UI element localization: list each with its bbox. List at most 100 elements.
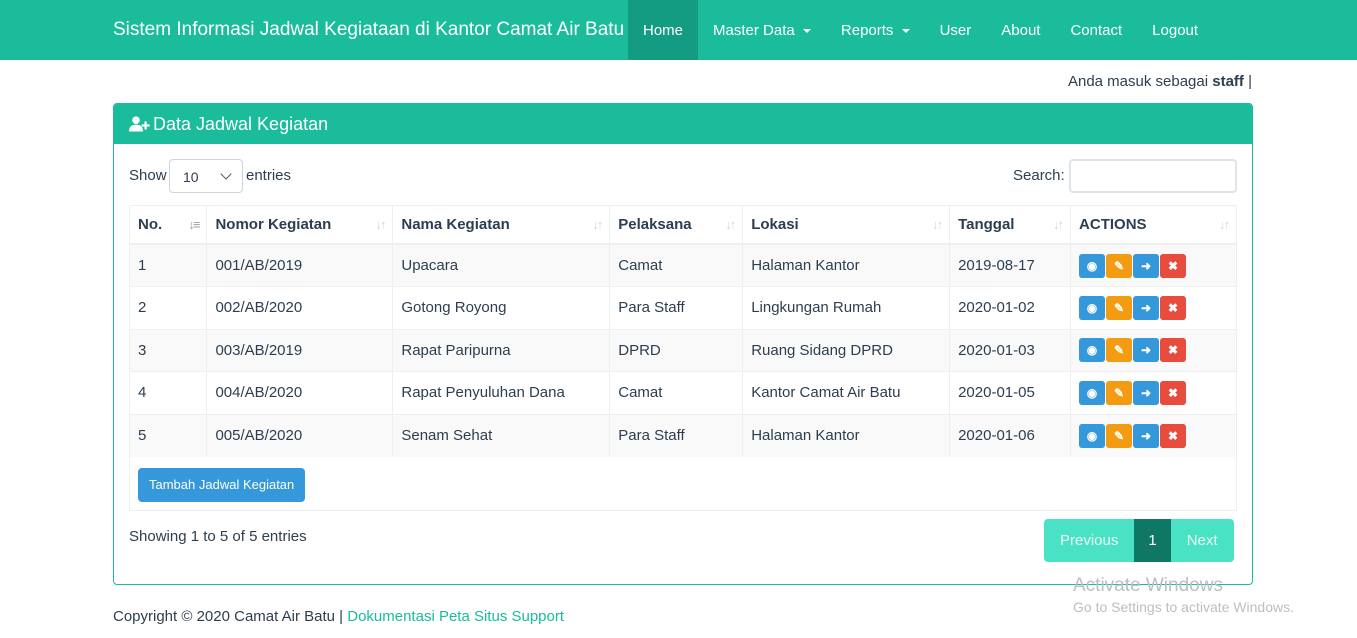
delete-button[interactable]: ✖ (1160, 380, 1187, 405)
footer-links[interactable]: Dokumentasi Peta Situs Support (347, 608, 564, 625)
length-label: Show (129, 167, 167, 184)
sort-icon: ↓↑ (592, 217, 603, 232)
nav-contact[interactable]: Contact (1055, 0, 1137, 60)
windows-activation-watermark: Activate Windows Go to Settings to activ… (1073, 575, 1294, 615)
cell-nomor: 001/AB/2019 (206, 243, 394, 287)
cell-actions: ◉ ✎ ➜ ✖ (1070, 371, 1237, 414)
view-button[interactable]: ◉ (1079, 295, 1106, 320)
pagination-next[interactable]: Next (1170, 519, 1234, 562)
panel-title: Data Jadwal Kegiatan (153, 113, 329, 134)
cell-no: 4 (130, 371, 208, 414)
close-icon: ✖ (1168, 300, 1179, 315)
column-header-label: ACTIONS (1079, 216, 1147, 233)
search-input[interactable] (1069, 159, 1237, 193)
cell-nama: Gotong Royong (392, 286, 611, 329)
edit-button[interactable]: ✎ (1106, 423, 1133, 448)
nav-home[interactable]: Home (628, 0, 699, 60)
watermark-subtitle: Go to Settings to activate Windows. (1073, 599, 1294, 615)
eye-icon: ◉ (1086, 428, 1098, 443)
view-button[interactable]: ◉ (1079, 380, 1106, 405)
pagination-page-1[interactable]: 1 (1134, 519, 1171, 562)
column-header-actions[interactable]: ACTIONS ↓↑ (1070, 206, 1237, 245)
nav-user-label: User (939, 22, 972, 39)
table-row: 4 004/AB/2020 Rapat Penyuluhan Dana Cama… (130, 371, 1237, 414)
login-username: staff (1212, 73, 1244, 90)
table-row: 5 005/AB/2020 Senam Sehat Para Staff Hal… (130, 413, 1237, 457)
login-info: Anda masuk sebagai staff | (1068, 73, 1252, 90)
view-button[interactable]: ◉ (1079, 423, 1106, 448)
arrow-right-icon: ➜ (1141, 258, 1152, 273)
footer: Copyright © 2020 Camat Air Batu | Dokume… (113, 608, 564, 625)
column-header-pelaksana[interactable]: Pelaksana ↓↑ (609, 206, 744, 245)
table-row: 3 003/AB/2019 Rapat Paripurna DPRD Ruang… (130, 328, 1237, 372)
column-header-nama[interactable]: Nama Kegiatan ↓↑ (392, 206, 611, 245)
delete-button[interactable]: ✖ (1160, 253, 1187, 278)
nav-about[interactable]: About (986, 0, 1055, 60)
eye-icon: ◉ (1086, 343, 1098, 358)
add-schedule-button[interactable]: Tambah Jadwal Kegiatan (138, 468, 306, 502)
sort-icon: ↓↑ (1053, 217, 1064, 232)
edit-icon: ✎ (1114, 300, 1125, 315)
edit-button[interactable]: ✎ (1106, 338, 1133, 363)
pagination-previous[interactable]: Previous (1044, 519, 1135, 562)
navbar: Sistem Informasi Jadwal Kegiataan di Kan… (0, 0, 1357, 60)
column-header-nomor[interactable]: Nomor Kegiatan ↓↑ (206, 206, 394, 245)
search-label: Search: (1013, 167, 1065, 184)
arrow-right-icon: ➜ (1141, 343, 1152, 358)
column-header-lokasi[interactable]: Lokasi ↓↑ (742, 206, 951, 245)
eye-icon: ◉ (1086, 385, 1098, 400)
edit-button[interactable]: ✎ (1106, 380, 1133, 405)
add-row: Tambah Jadwal Kegiatan (130, 462, 1237, 512)
eye-icon: ◉ (1086, 300, 1098, 315)
column-header-label: No. (138, 216, 163, 233)
edit-icon: ✎ (1114, 385, 1125, 400)
nav-contact-label: Contact (1070, 22, 1123, 39)
cell-lokasi: Halaman Kantor (742, 243, 951, 287)
schedule-table-wrapper: No. ↓≡ Nomor Kegiatan ↓↑ Nama Kegiatan ↓↑ P… (129, 205, 1237, 511)
sort-icon: ↓↑ (1219, 217, 1230, 232)
sort-icon: ↓↑ (725, 217, 736, 232)
cell-lokasi: Halaman Kantor (742, 413, 951, 457)
arrow-right-icon: ➜ (1141, 385, 1152, 400)
edit-icon: ✎ (1114, 258, 1125, 273)
nav-master-data-label: Master Data (713, 22, 795, 39)
detail-button[interactable]: ➜ (1133, 253, 1160, 278)
delete-button[interactable]: ✖ (1160, 338, 1187, 363)
nav-master-data[interactable]: Master Data (698, 0, 826, 60)
view-button[interactable]: ◉ (1079, 253, 1106, 278)
cell-pelaksana: DPRD (609, 328, 744, 372)
cell-tanggal: 2019-08-17 (949, 243, 1072, 287)
cell-no: 5 (130, 413, 208, 457)
cell-nama: Upacara (392, 243, 611, 287)
detail-button[interactable]: ➜ (1133, 295, 1160, 320)
footer-copyright: Copyright © 2020 Camat Air Batu | (113, 608, 344, 625)
entries-select[interactable]: 10 (169, 159, 243, 193)
column-header-tanggal[interactable]: Tanggal ↓↑ (949, 206, 1072, 245)
entries-select-value: 10 (183, 169, 199, 185)
edit-button[interactable]: ✎ (1106, 295, 1133, 320)
nav-reports[interactable]: Reports (826, 0, 925, 60)
nav-user[interactable]: User (925, 0, 987, 60)
detail-button[interactable]: ➜ (1133, 423, 1160, 448)
cell-pelaksana: Para Staff (609, 413, 744, 457)
close-icon: ✖ (1168, 343, 1179, 358)
panel-heading: Data Jadwal Kegiatan (114, 104, 1252, 144)
detail-button[interactable]: ➜ (1133, 380, 1160, 405)
column-header-no[interactable]: No. ↓≡ (130, 206, 208, 245)
cell-pelaksana: Para Staff (609, 286, 744, 329)
table-row: 2 002/AB/2020 Gotong Royong Para Staff L… (130, 286, 1237, 329)
chevron-down-icon (220, 168, 232, 180)
cell-tanggal: 2020-01-05 (949, 371, 1072, 414)
delete-button[interactable]: ✖ (1160, 295, 1187, 320)
detail-button[interactable]: ➜ (1133, 338, 1160, 363)
arrow-right-icon: ➜ (1141, 428, 1152, 443)
brand-title[interactable]: Sistem Informasi Jadwal Kegiataan di Kan… (113, 0, 624, 60)
nav-logout-label: Logout (1152, 22, 1199, 39)
cell-tanggal: 2020-01-06 (949, 413, 1072, 457)
column-header-label: Nama Kegiatan (401, 216, 510, 233)
view-button[interactable]: ◉ (1079, 338, 1106, 363)
close-icon: ✖ (1168, 258, 1179, 273)
nav-logout[interactable]: Logout (1137, 0, 1213, 60)
edit-button[interactable]: ✎ (1106, 253, 1133, 278)
delete-button[interactable]: ✖ (1160, 423, 1187, 448)
